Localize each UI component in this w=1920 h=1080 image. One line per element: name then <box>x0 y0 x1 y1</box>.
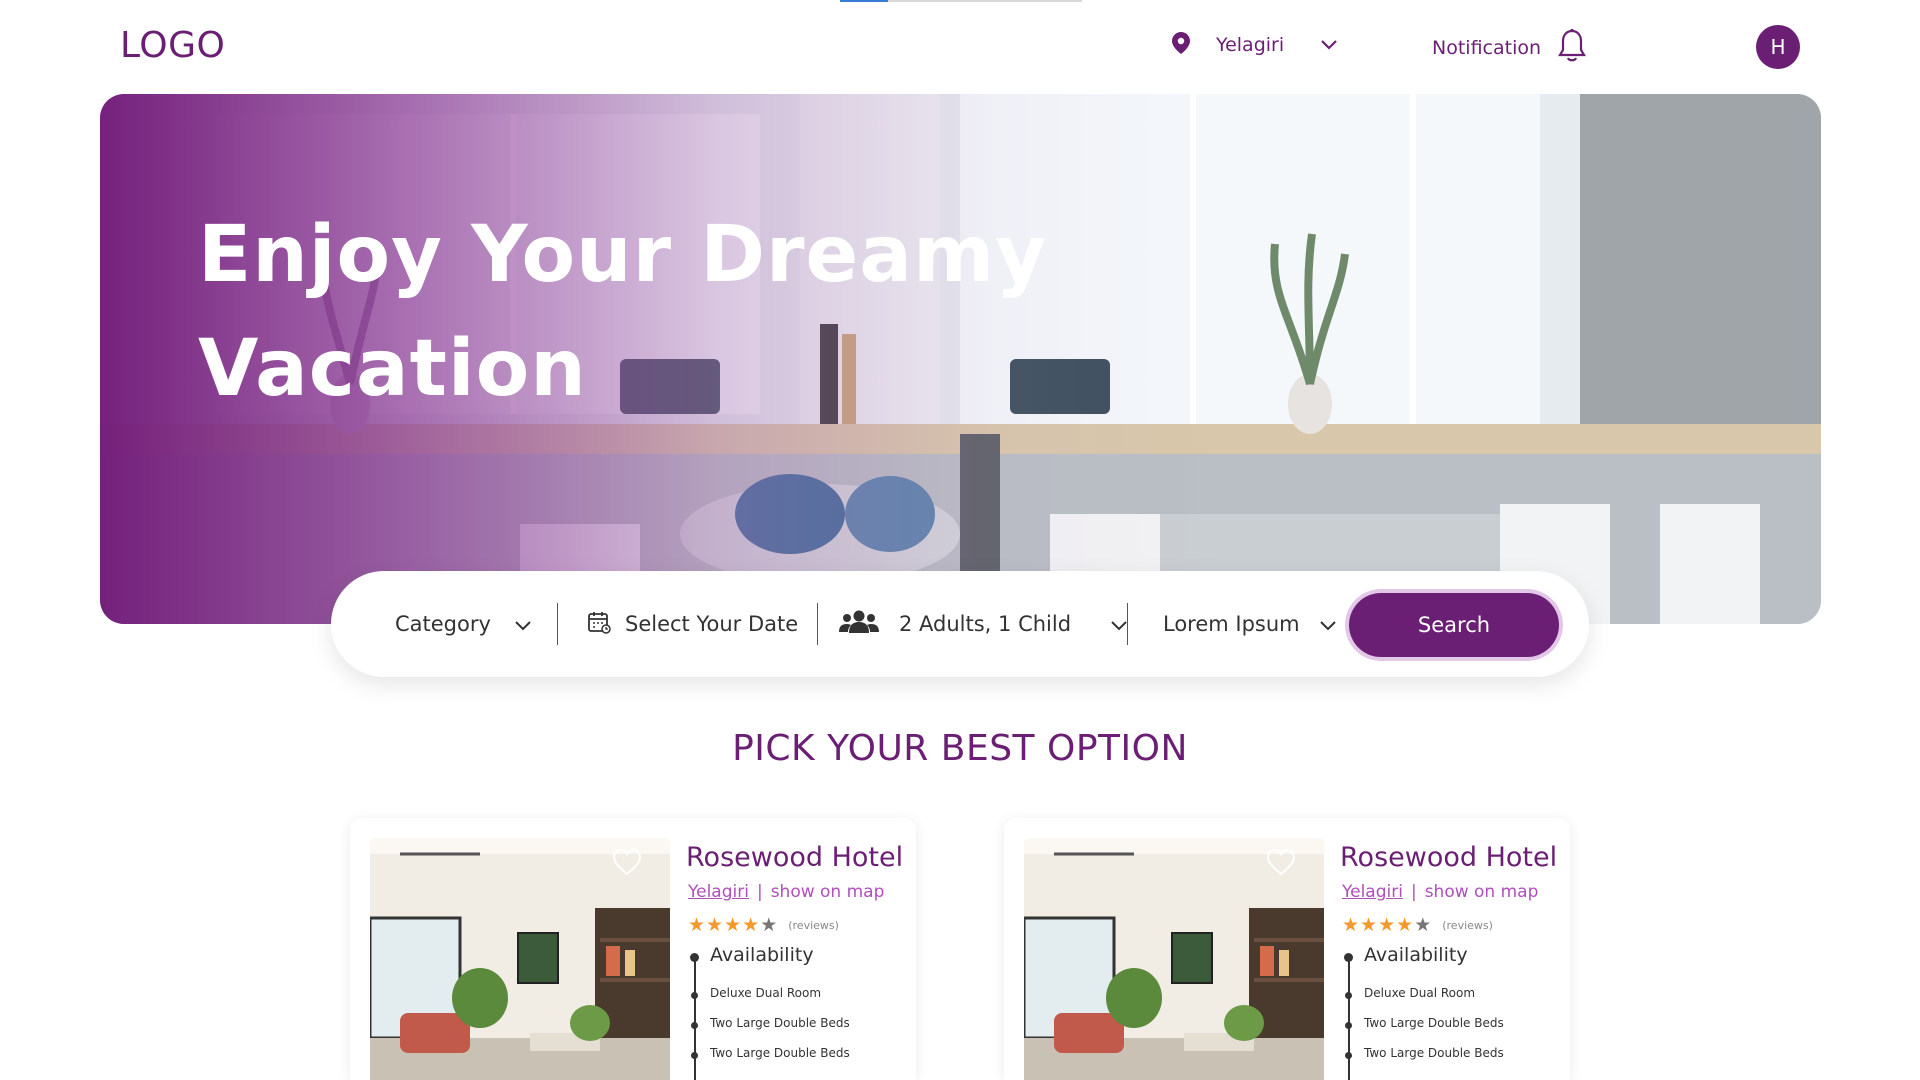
hotel-card[interactable]: Rosewood Hotel Yelagiri | show on map ★★… <box>1004 818 1570 1080</box>
hotel-card[interactable]: Rosewood Hotel Yelagiri | show on map ★★… <box>350 818 916 1080</box>
timeline-dot <box>691 1022 698 1029</box>
room-item: Deluxe Dual Room <box>710 986 822 1000</box>
star-filled-icon: ★ <box>1360 914 1379 936</box>
category-label: Category <box>395 612 491 636</box>
avatar[interactable]: H <box>1756 25 1800 69</box>
logo[interactable]: LOGO <box>120 25 225 66</box>
show-on-map-link[interactable]: show on map <box>771 882 885 902</box>
location-selector[interactable]: Yelagiri <box>1172 32 1338 58</box>
reviews-count[interactable]: (reviews) <box>1442 919 1493 932</box>
hero-title-line1: Enjoy Your Dreamy <box>198 210 1048 300</box>
date-label: Select Your Date <box>625 612 799 636</box>
timeline-dot <box>1344 953 1353 962</box>
chevron-down-icon <box>1320 36 1338 55</box>
star-filled-icon: ★ <box>688 914 707 936</box>
timeline-dot <box>1345 1022 1352 1029</box>
divider <box>1127 603 1128 645</box>
rating: ★★★★★ (reviews) <box>1342 914 1493 936</box>
room-item: Two Large Double Beds <box>1364 1016 1504 1030</box>
map-pin-icon <box>1172 32 1190 58</box>
hero-title-line2: Vacation <box>198 324 587 414</box>
guests-label: 2 Adults, 1 Child <box>899 612 1072 636</box>
hotel-city-link[interactable]: Yelagiri <box>688 882 749 902</box>
separator: | <box>1410 882 1417 902</box>
timeline-line <box>1348 958 1350 1080</box>
hotel-name[interactable]: Rosewood Hotel <box>686 842 903 873</box>
section-title: PICK YOUR BEST OPTION <box>732 728 1188 769</box>
location-label: Yelagiri <box>1216 34 1285 56</box>
heart-icon[interactable] <box>612 848 642 880</box>
search-bar: Category Select Your Date 2 Adults, 1 Ch… <box>331 571 1589 677</box>
availability-title: Availability <box>1364 944 1468 966</box>
divider <box>557 603 558 645</box>
heart-icon[interactable] <box>1266 848 1296 880</box>
star-filled-icon: ★ <box>706 914 725 936</box>
calendar-icon <box>587 610 611 639</box>
star-empty-icon: ★ <box>760 914 779 936</box>
show-on-map-link[interactable]: show on map <box>1425 882 1539 902</box>
chevron-down-icon <box>1319 612 1336 636</box>
star-empty-icon: ★ <box>1414 914 1433 936</box>
separator: | <box>756 882 763 902</box>
timeline-dot <box>691 1052 698 1059</box>
reviews-count[interactable]: (reviews) <box>788 919 839 932</box>
notification-label: Notification <box>1432 37 1542 59</box>
room-item: Two Large Double Beds <box>710 1016 850 1030</box>
lorem-label: Lorem Ipsum <box>1163 612 1300 636</box>
guests-dropdown[interactable]: 2 Adults, 1 Child <box>839 571 1127 677</box>
star-filled-icon: ★ <box>1378 914 1397 936</box>
divider <box>817 603 818 645</box>
hotel-city-link[interactable]: Yelagiri <box>1342 882 1403 902</box>
search-button[interactable]: Search <box>1349 593 1559 657</box>
bell-icon <box>1557 28 1587 68</box>
hotel-name[interactable]: Rosewood Hotel <box>1340 842 1557 873</box>
hero-title: Enjoy Your Dreamy Vacation <box>198 198 1098 426</box>
hotel-location: Yelagiri | show on map <box>1342 882 1538 902</box>
room-item: Two Large Double Beds <box>1364 1046 1504 1060</box>
room-item: Deluxe Dual Room <box>1364 986 1476 1000</box>
star-filled-icon: ★ <box>1342 914 1361 936</box>
chevron-down-icon <box>1111 612 1127 636</box>
hero-banner: Enjoy Your Dreamy Vacation <box>100 94 1821 624</box>
star-rating: ★★★★★ <box>1342 914 1432 936</box>
rating: ★★★★★ (reviews) <box>688 914 839 936</box>
category-dropdown[interactable]: Category <box>395 571 531 677</box>
availability-title: Availability <box>710 944 814 966</box>
star-filled-icon: ★ <box>742 914 761 936</box>
top-progress-indicator <box>840 0 888 2</box>
users-icon <box>839 609 879 640</box>
timeline-dot <box>1345 992 1352 999</box>
top-progress-track <box>840 0 1082 2</box>
timeline-dot <box>691 992 698 999</box>
room-item: Two Large Double Beds <box>710 1046 850 1060</box>
hotel-location: Yelagiri | show on map <box>688 882 884 902</box>
star-filled-icon: ★ <box>1396 914 1415 936</box>
star-rating: ★★★★★ <box>688 914 778 936</box>
star-filled-icon: ★ <box>724 914 743 936</box>
lorem-dropdown[interactable]: Lorem Ipsum <box>1163 571 1336 677</box>
chevron-down-icon <box>515 612 531 636</box>
notification-button[interactable]: Notification <box>1432 28 1587 68</box>
timeline-dot <box>690 953 699 962</box>
date-picker[interactable]: Select Your Date <box>587 571 798 677</box>
timeline-dot <box>1345 1052 1352 1059</box>
timeline-line <box>694 958 696 1080</box>
